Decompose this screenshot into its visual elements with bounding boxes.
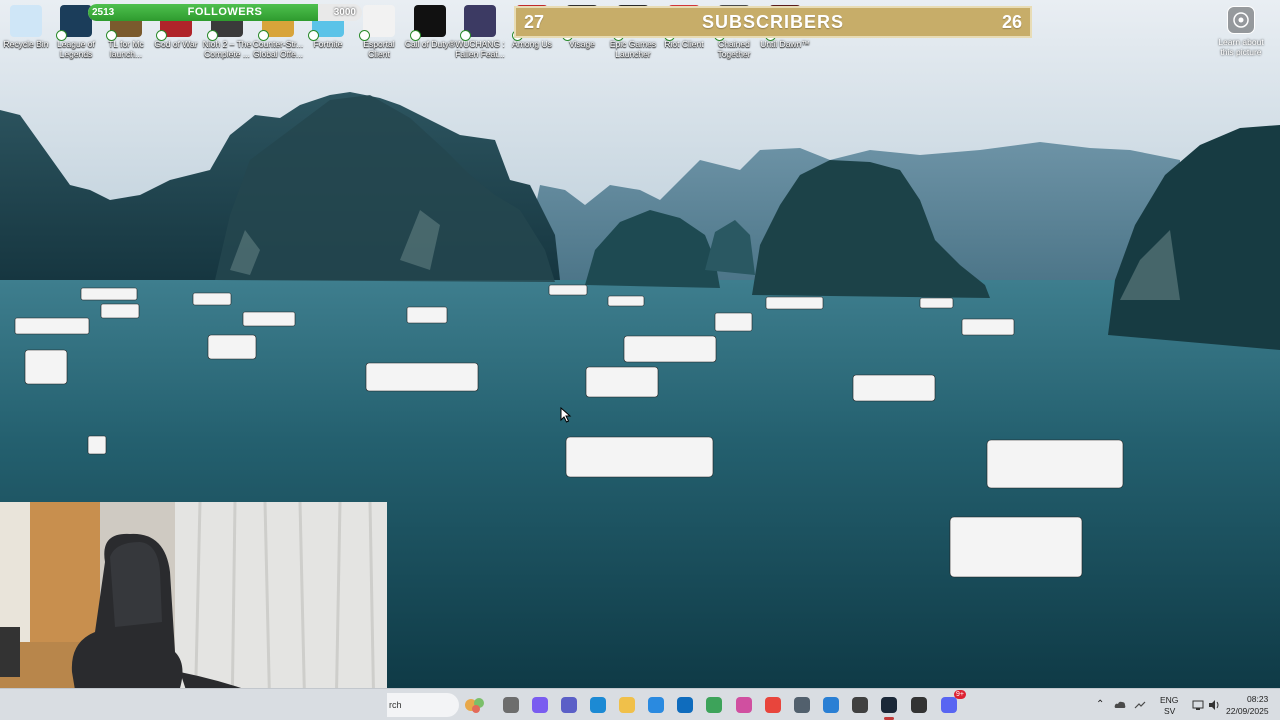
photos-icon[interactable] [820, 694, 842, 716]
file-explorer-icon[interactable] [616, 694, 638, 716]
sync-status-icon [106, 30, 117, 41]
settings-cube-glyph [794, 697, 810, 713]
sync-status-icon [207, 30, 218, 41]
copilot-icon[interactable] [529, 694, 551, 716]
recycle-bin-icon [10, 5, 42, 37]
task-view-glyph [503, 697, 519, 713]
wuchang-icon [460, 5, 496, 41]
desktop-shortcut-label: Recycle Bin [3, 39, 49, 49]
taskbar: rch 9+ ⌃ ENG SV 08:23 22/09/2025 [0, 688, 1280, 720]
teams-glyph [561, 697, 577, 713]
chrome-glyph [765, 697, 781, 713]
sync-status-icon [156, 30, 167, 41]
desktop-shortcut-label: Riot Client [664, 39, 704, 49]
call-of-duty-icon [410, 5, 446, 41]
search-box-text: rch [389, 700, 402, 710]
onedrive-icon[interactable] [1114, 699, 1126, 711]
teams-icon[interactable] [558, 694, 580, 716]
desktop-shortcut-label: Chained Together [717, 39, 751, 59]
steam-glyph [881, 697, 897, 713]
tray-overflow-chevron-icon[interactable]: ⌃ [1096, 699, 1104, 710]
sync-status-icon [56, 30, 67, 41]
esportal-client-icon [359, 5, 395, 41]
desktop-shortcut-label: Call of Duty® [404, 39, 456, 49]
search-highlight-icon[interactable] [462, 694, 488, 716]
microsoft-store-icon[interactable] [645, 694, 667, 716]
followers-goal: 3000 [333, 7, 356, 18]
desktop-shortcut-label: Fortnite [313, 39, 343, 49]
security-shield-glyph [706, 697, 722, 713]
desktop-shortcut-label: League of Legends [57, 39, 95, 59]
spotify-like-glyph [911, 697, 927, 713]
desktop-shortcut-label: WUCHANG : Fallen Feat... [455, 39, 505, 59]
desktop-shortcut-label: Nioh 2 – The Complete ... [202, 39, 252, 59]
sync-status-icon [410, 30, 421, 41]
microsoft-365-icon[interactable] [733, 694, 755, 716]
followers-goal-bar: 2513 FOLLOWERS 3000 [88, 4, 362, 21]
edge-glyph [590, 697, 606, 713]
system-tray: ⌃ ENG SV 08:23 22/09/2025 [1080, 689, 1280, 720]
search-box[interactable]: rch [387, 693, 459, 717]
settings-cube-icon[interactable] [791, 694, 813, 716]
desktop-shortcut-wuchang[interactable]: WUCHANG : Fallen Feat... [454, 2, 506, 64]
microsoft-store-glyph [648, 697, 664, 713]
obs-icon[interactable] [849, 694, 871, 716]
sync-status-icon [258, 30, 269, 41]
desktop-shortcut-label: God of War [154, 39, 198, 49]
network-icon[interactable] [1192, 699, 1204, 711]
region-indicator[interactable]: SV [1164, 706, 1175, 716]
language-indicator[interactable]: ENG [1160, 695, 1178, 705]
desktop-shortcut-label: TL for Mc launch... [108, 39, 144, 59]
discord-notification-badge: 9+ [954, 690, 966, 699]
outlook-glyph [677, 697, 693, 713]
desktop-shortcut-label: Among Us [512, 39, 552, 49]
discord-glyph [941, 697, 957, 713]
subscribers-title: SUBSCRIBERS [701, 12, 845, 32]
desktop-shortcut-call-of-duty[interactable]: Call of Duty® [404, 2, 456, 64]
copilot-glyph [532, 697, 548, 713]
desktop-shortcut-recycle-bin[interactable]: Recycle Bin [0, 2, 52, 64]
learn-about-picture-label: Learn about this picture [1218, 37, 1264, 57]
task-view-icon[interactable] [500, 694, 522, 716]
photos-glyph [823, 697, 839, 713]
learn-about-picture-shortcut[interactable]: Learn about this picture [1212, 6, 1270, 57]
volume-icon[interactable] [1208, 699, 1220, 711]
chrome-icon[interactable] [762, 694, 784, 716]
edge-icon[interactable] [587, 694, 609, 716]
security-shield-icon[interactable] [703, 694, 725, 716]
desktop-shortcut-label: Esportal Client [363, 39, 395, 59]
sync-status-icon [308, 30, 319, 41]
bluetooth-headset-icon[interactable] [1134, 699, 1146, 711]
camera-info-icon [1227, 6, 1255, 34]
desktop-shortcut-label: Until Dawn™ [760, 39, 810, 49]
discord-icon[interactable]: 9+ [938, 690, 966, 716]
desktop-shortcut-label: Counter-Str... Global Offe... [252, 39, 304, 59]
spotify-like-icon[interactable] [908, 694, 930, 716]
mouse-cursor-icon [560, 407, 572, 423]
sync-status-icon [460, 30, 471, 41]
outlook-icon[interactable] [674, 694, 696, 716]
clock-time[interactable]: 08:23 [1247, 694, 1268, 704]
file-explorer-glyph [619, 697, 635, 713]
subscribers-goal: 26 [1001, 12, 1022, 32]
clock-date[interactable]: 22/09/2025 [1226, 706, 1269, 716]
steam-icon[interactable] [878, 694, 900, 720]
desktop-shortcut-label: Epic Games Launcher [609, 39, 657, 59]
followers-title: FOLLOWERS [187, 6, 263, 18]
obs-glyph [852, 697, 868, 713]
subscribers-goal-bar: 27 SUBSCRIBERS 26 [514, 6, 1032, 38]
desktop-shortcut-label: Visage [569, 39, 595, 49]
sync-status-icon [359, 30, 370, 41]
microsoft-365-glyph [736, 697, 752, 713]
